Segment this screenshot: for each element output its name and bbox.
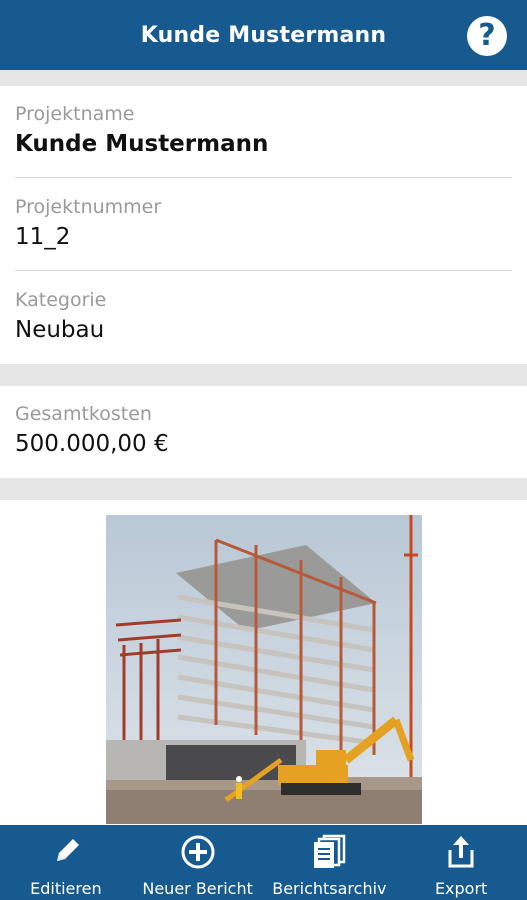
project-name-field[interactable]: Projektname Kunde Mustermann	[15, 103, 512, 157]
bottom-navigation: Editieren Neuer Bericht Berichtsarchiv E…	[0, 825, 527, 900]
costs-section: Gesamtkosten 500.000,00 €	[0, 386, 527, 478]
report-archive-label: Berichtsarchiv	[272, 879, 387, 898]
total-costs-label: Gesamtkosten	[15, 403, 152, 425]
divider	[15, 177, 512, 178]
category-value: Neubau	[15, 317, 105, 343]
pencil-icon	[46, 832, 86, 872]
construction-site-image	[106, 515, 422, 824]
divider	[15, 270, 512, 271]
section-gap	[0, 478, 527, 500]
project-photo[interactable]	[106, 515, 422, 824]
help-button[interactable]: ?	[467, 16, 507, 56]
section-gap	[0, 364, 527, 386]
edit-button[interactable]: Editieren	[1, 825, 131, 898]
project-name-value: Kunde Mustermann	[15, 131, 269, 157]
project-name-label: Projektname	[15, 103, 135, 125]
total-costs-value: 500.000,00 €	[15, 431, 169, 457]
total-costs-field[interactable]: Gesamtkosten 500.000,00 €	[15, 403, 512, 457]
app-header: Kunde Mustermann ?	[0, 0, 527, 70]
help-icon: ?	[478, 18, 496, 53]
documents-icon	[309, 832, 349, 872]
page-title: Kunde Mustermann	[140, 22, 387, 48]
category-label: Kategorie	[15, 289, 107, 311]
category-field[interactable]: Kategorie Neubau	[15, 289, 512, 343]
project-number-label: Projektnummer	[15, 196, 162, 218]
plus-circle-icon	[178, 832, 218, 872]
new-report-button[interactable]: Neuer Bericht	[133, 825, 263, 898]
section-gap	[0, 70, 527, 86]
project-info-section: Projektname Kunde Mustermann Projektnumm…	[0, 86, 527, 364]
edit-label: Editieren	[30, 879, 102, 898]
project-number-value: 11_2	[15, 224, 71, 250]
export-label: Export	[434, 879, 488, 898]
project-number-field[interactable]: Projektnummer 11_2	[15, 196, 512, 250]
share-icon	[441, 832, 481, 872]
export-button[interactable]: Export	[396, 825, 526, 898]
new-report-label: Neuer Bericht	[142, 879, 253, 898]
report-archive-button[interactable]: Berichtsarchiv	[264, 825, 394, 898]
